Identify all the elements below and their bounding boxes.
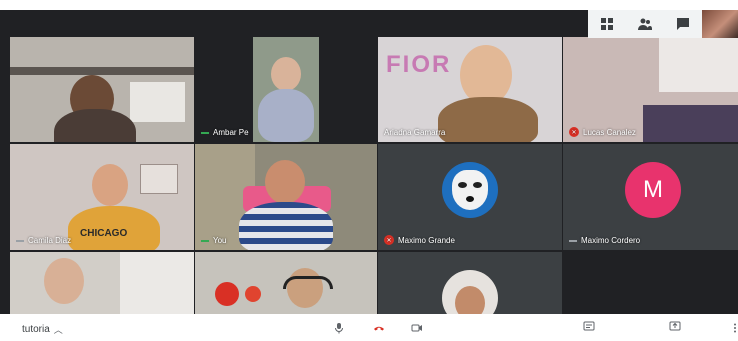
participant-name: You — [201, 236, 227, 245]
audio-indicator — [201, 239, 209, 242]
participant-name: Ariadna Gamarra — [384, 128, 446, 137]
head — [271, 57, 301, 91]
end-call-icon — [374, 326, 384, 331]
participant-avatar — [442, 162, 498, 218]
grid-layout-button[interactable] — [588, 10, 626, 38]
self-view-thumbnail[interactable] — [702, 10, 738, 38]
red-ball — [215, 282, 239, 306]
window — [659, 37, 738, 92]
participant-name: ✕ Lucas Canalez — [569, 127, 636, 137]
participant-tile[interactable] — [195, 252, 377, 314]
audio-indicator — [16, 239, 24, 242]
chat-button[interactable] — [664, 10, 702, 38]
participant-avatar: M — [625, 162, 681, 218]
bed — [643, 105, 738, 142]
participant-name: Camila Diaz — [16, 236, 71, 245]
participant-avatar — [442, 270, 498, 314]
participant-tile[interactable] — [10, 252, 194, 314]
mic-icon — [335, 323, 343, 334]
shelf — [10, 67, 194, 75]
bottom-toolbar: tutoria ︿ — [0, 314, 738, 341]
mic-off-icon: ✕ — [569, 127, 579, 137]
participant-tile[interactable]: ✕ Maximo Grande — [378, 144, 562, 250]
meeting-name: tutoria — [22, 324, 50, 335]
participant-tile[interactable]: You — [195, 144, 377, 250]
wall-letters: FIOR — [386, 51, 452, 78]
camera-button[interactable] — [406, 319, 428, 337]
head — [265, 160, 305, 204]
captions-button[interactable] — [578, 317, 600, 335]
red-ball — [245, 286, 261, 302]
present-icon — [669, 321, 681, 331]
face — [455, 286, 485, 314]
participant-tile[interactable]: Ambar Pe — [195, 37, 377, 142]
body — [239, 202, 333, 250]
video-stage: Ambar Pe FIOR Ariadna Gamarra ✕ Lucas Can… — [0, 10, 738, 314]
present-button[interactable] — [664, 317, 686, 335]
people-icon — [638, 18, 652, 30]
audio-indicator — [201, 131, 209, 134]
mic-button[interactable] — [328, 319, 350, 337]
chevron-up-icon: ︿ — [53, 325, 63, 335]
participant-tile[interactable] — [10, 37, 194, 142]
avatar-initial: M — [625, 162, 681, 218]
top-controls — [588, 10, 738, 38]
head — [92, 164, 128, 206]
meeting-details-button[interactable]: tutoria ︿ — [22, 323, 63, 336]
participant-name: ✕ Maximo Grande — [384, 235, 455, 245]
audio-indicator — [569, 239, 577, 242]
captions-icon — [583, 321, 595, 331]
more-icon — [734, 323, 736, 333]
end-call-button[interactable] — [368, 319, 390, 337]
headphones — [283, 276, 333, 289]
grid-icon — [601, 18, 613, 30]
husky-icon — [452, 170, 488, 210]
window — [120, 252, 194, 314]
body — [438, 97, 538, 142]
body — [258, 89, 314, 142]
participant-tile[interactable]: CHICAGO Camila Diaz — [10, 144, 194, 250]
body — [54, 109, 136, 142]
head — [44, 258, 84, 304]
participant-tile[interactable]: M Maximo Cordero — [563, 144, 738, 250]
participant-name: Maximo Cordero — [569, 236, 640, 245]
participant-name: Ambar Pe — [201, 128, 249, 137]
participant-tile[interactable]: ✕ Lucas Canalez — [563, 37, 738, 142]
more-options-button[interactable] — [724, 319, 738, 337]
wall-picture — [140, 164, 178, 194]
mic-off-icon: ✕ — [384, 235, 394, 245]
head — [460, 45, 512, 105]
monitor — [130, 82, 185, 122]
participant-tile[interactable] — [378, 252, 562, 314]
camera-icon — [411, 324, 422, 332]
chat-icon — [677, 18, 689, 30]
people-button[interactable] — [626, 10, 664, 38]
participant-tile[interactable]: FIOR Ariadna Gamarra — [378, 37, 562, 142]
shirt-print: CHICAGO — [80, 228, 128, 239]
